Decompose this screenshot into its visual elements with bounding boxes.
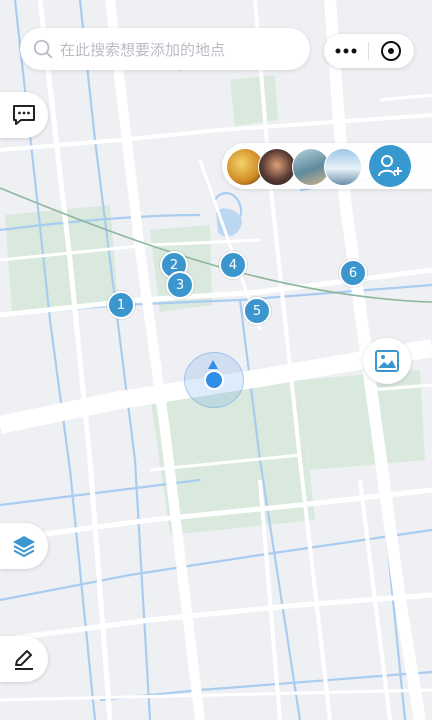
add-user-icon xyxy=(378,155,402,177)
map-marker[interactable]: 3 xyxy=(166,271,194,299)
avatar[interactable] xyxy=(324,148,362,186)
map-marker[interactable]: 6 xyxy=(339,259,367,287)
map-marker[interactable]: 1 xyxy=(107,291,135,319)
photo-button[interactable] xyxy=(363,338,411,384)
chat-button[interactable] xyxy=(0,92,48,138)
image-icon xyxy=(375,350,399,372)
search-icon xyxy=(33,39,53,59)
heading-arrow-icon xyxy=(208,360,218,369)
layers-icon xyxy=(13,536,35,558)
visitor-avatars[interactable] xyxy=(222,143,432,189)
layers-button[interactable] xyxy=(0,523,48,569)
avatar[interactable] xyxy=(258,148,296,186)
close-button[interactable] xyxy=(369,34,413,68)
search-placeholder: 在此搜索想要添加的地点 xyxy=(60,40,226,59)
ellipsis-icon xyxy=(335,48,357,54)
close-circle-icon xyxy=(381,41,401,61)
mini-program-capsule xyxy=(324,34,414,68)
map-marker[interactable]: 5 xyxy=(243,297,271,325)
map-marker[interactable]: 4 xyxy=(219,251,247,279)
chat-bubble-icon xyxy=(13,105,35,125)
add-user-button[interactable] xyxy=(369,145,411,187)
more-button[interactable] xyxy=(324,34,368,68)
current-location-dot xyxy=(204,370,224,390)
search-bar[interactable]: 在此搜索想要添加的地点 xyxy=(20,28,310,70)
pencil-icon xyxy=(15,650,33,670)
edit-button[interactable] xyxy=(0,636,48,682)
